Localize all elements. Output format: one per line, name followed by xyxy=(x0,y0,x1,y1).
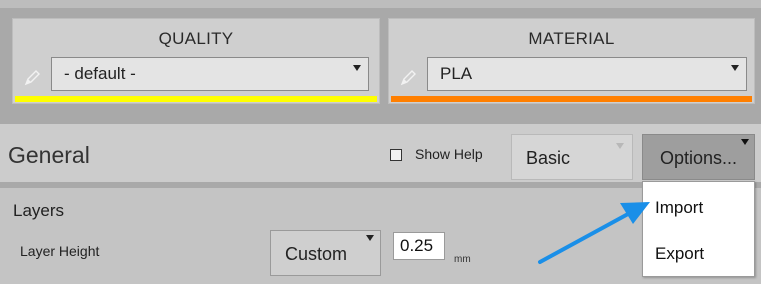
quality-panel: QUALITY - default - xyxy=(12,18,380,104)
mode-select[interactable]: Basic xyxy=(511,134,633,180)
layers-title: Layers xyxy=(13,201,65,220)
material-panel: MATERIAL PLA xyxy=(388,18,755,104)
quality-title: QUALITY xyxy=(158,29,234,48)
mode-select-value: Basic xyxy=(526,148,571,168)
top-strip xyxy=(0,0,761,8)
quality-select-value: - default - xyxy=(64,64,136,83)
pencil-icon[interactable] xyxy=(399,69,417,87)
menu-item-export[interactable]: Export xyxy=(655,244,704,264)
general-title: General xyxy=(8,142,90,168)
layer-height-preset-value: Custom xyxy=(285,244,348,264)
options-button[interactable]: Options... xyxy=(642,134,755,180)
material-select[interactable]: PLA xyxy=(427,57,747,91)
material-accent-bar xyxy=(391,96,752,102)
pencil-icon[interactable] xyxy=(23,69,41,87)
chevron-down-icon xyxy=(741,139,749,145)
quality-select[interactable]: - default - xyxy=(51,57,369,91)
menu-item-import[interactable]: Import xyxy=(655,198,703,218)
chevron-down-icon xyxy=(616,143,624,149)
material-select-value: PLA xyxy=(440,64,473,83)
layer-height-label: Layer Height xyxy=(20,243,100,259)
quality-accent-bar xyxy=(15,96,377,102)
layer-height-unit: mm xyxy=(454,254,471,265)
material-title: MATERIAL xyxy=(528,29,615,48)
show-help-label[interactable]: Show Help xyxy=(415,146,483,162)
options-menu: Import Export xyxy=(642,181,755,277)
layer-height-input[interactable]: 0.25 xyxy=(393,232,445,260)
general-header: General Show Help Basic Options... xyxy=(0,124,761,182)
chevron-down-icon xyxy=(731,65,739,71)
show-help-checkbox[interactable] xyxy=(390,149,402,161)
chevron-down-icon xyxy=(366,235,374,241)
chevron-down-icon xyxy=(353,65,361,71)
layer-height-preset-select[interactable]: Custom xyxy=(270,230,381,276)
options-button-label: Options... xyxy=(659,148,738,168)
